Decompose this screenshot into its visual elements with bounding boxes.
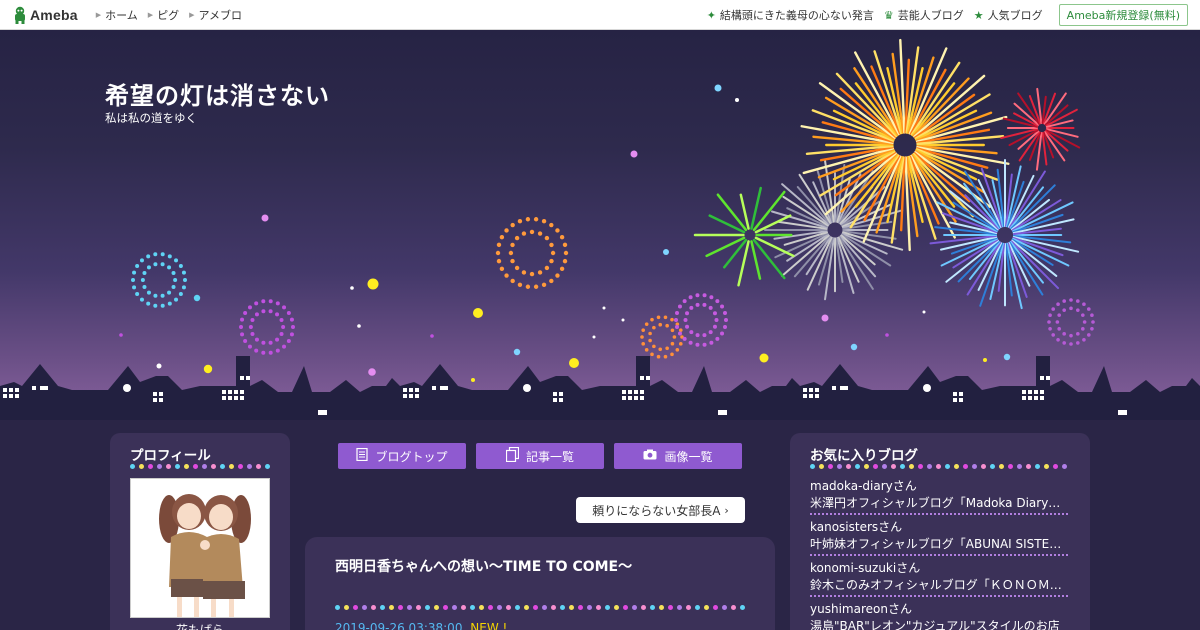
- favorite-blog-link[interactable]: 湯島"BAR"レオン"カジュアル"スタイルのお店: [810, 618, 1068, 630]
- celebrity-blog-label: 芸能人ブログ: [897, 9, 964, 22]
- chevron-right-icon: ›: [724, 503, 729, 517]
- profile-image[interactable]: [130, 478, 270, 618]
- list-item: yushimareonさん 湯島"BAR"レオン"カジュアル"スタイルのお店: [810, 601, 1072, 630]
- theme-tag-button[interactable]: 頼りにならない女部長A ›: [576, 497, 745, 523]
- popular-blog-label: 人気ブログ: [987, 9, 1043, 22]
- blog-title[interactable]: 希望の灯は消さない: [105, 76, 330, 111]
- favorite-user-id[interactable]: kanosistersさん: [810, 519, 1072, 536]
- crown-icon: ♛: [883, 8, 894, 22]
- popular-blog-link[interactable]: ★ 人気ブログ: [974, 7, 1043, 23]
- caret-right-icon: ▶: [189, 10, 195, 19]
- entry-title[interactable]: 西明日香ちゃんへの想い～TIME TO COME～: [335, 556, 632, 576]
- trending-topic-label: 結構頭にきた義母の心ない発言: [719, 9, 874, 22]
- document-icon: [356, 447, 369, 464]
- favorite-user-id[interactable]: madoka-diaryさん: [810, 478, 1072, 495]
- ameba-logo-icon: [15, 6, 25, 24]
- ameba-logo-text: Ameba: [30, 6, 78, 23]
- entry-list-button[interactable]: 記事一覧: [476, 443, 604, 469]
- celebrity-blog-link[interactable]: ♛ 芸能人ブログ: [884, 7, 964, 23]
- blog-entry: 西明日香ちゃんへの想い～TIME TO COME～ 2019-09-26 03:…: [305, 537, 775, 630]
- nav-ameblo-label: アメブロ: [198, 8, 242, 22]
- list-item: kanosistersさん 叶姉妹オフィシャルブログ「ABUNAI SISTER…: [810, 519, 1072, 556]
- nav-home-label: ホーム: [105, 8, 138, 22]
- favorite-blogs-panel: お気に入りブログ madoka-diaryさん 米澤円オフィシャルブログ「Mad…: [790, 433, 1090, 630]
- blog-top-button[interactable]: ブログトップ: [338, 443, 466, 469]
- dot-divider: [335, 605, 745, 611]
- profile-heading: プロフィール: [130, 448, 211, 464]
- copy-icon: [505, 446, 520, 465]
- caret-right-icon: ▶: [147, 10, 154, 19]
- caret-right-icon: ▶: [95, 10, 102, 19]
- favorite-blog-link[interactable]: 米澤円オフィシャルブログ「Madoka Diary」Powered by Ame…: [810, 495, 1068, 515]
- nav-pigg-label: ピグ: [157, 8, 180, 22]
- image-list-label: 画像一覧: [664, 449, 713, 464]
- entry-date: 2019-09-26 03:38:00: [335, 621, 463, 630]
- profile-panel: プロフィール 花もばら: [110, 433, 290, 630]
- image-list-button[interactable]: 画像一覧: [614, 443, 742, 469]
- camera-icon: [643, 449, 657, 463]
- sparkle-icon: ✦: [706, 8, 716, 22]
- new-badge: NEW !: [470, 621, 508, 630]
- ameba-logo[interactable]: Ameba: [13, 6, 78, 24]
- nav-home[interactable]: ▶ ホーム: [96, 7, 138, 23]
- favorite-blog-link[interactable]: 叶姉妹オフィシャルブログ「ABUNAI SISTERS」Powered by A…: [810, 536, 1068, 556]
- favorite-blog-link[interactable]: 鈴木このみオフィシャルブログ「ＫＯＮＯＭＩ」Powered by Ameba: [810, 577, 1068, 597]
- nav-ameblo[interactable]: ▶ アメブロ: [189, 7, 242, 23]
- profile-name[interactable]: 花もばら: [110, 621, 290, 630]
- nav-pigg[interactable]: ▶ ピグ: [148, 7, 179, 23]
- blog-nav-buttons: ブログトップ 記事一覧 画像一覧: [338, 443, 742, 469]
- favorite-user-id[interactable]: yushimareonさん: [810, 601, 1072, 618]
- trending-topic-link[interactable]: ✦ 結構頭にきた義母の心ない発言: [707, 7, 874, 23]
- blog-top-label: ブログトップ: [375, 449, 448, 464]
- list-item: konomi-suzukiさん 鈴木このみオフィシャルブログ「ＫＯＮＯＭＩ」Po…: [810, 560, 1072, 597]
- list-item: madoka-diaryさん 米澤円オフィシャルブログ「Madoka Diary…: [810, 478, 1072, 515]
- blog-subtitle: 私は私の道をゆく: [105, 111, 197, 125]
- favorite-user-id[interactable]: konomi-suzukiさん: [810, 560, 1072, 577]
- dot-divider: [810, 464, 1067, 470]
- dot-divider: [130, 464, 270, 470]
- profile-illustration: [131, 479, 269, 617]
- global-header: Ameba ▶ ホーム ▶ ピグ ▶ アメブロ ✦ 結構頭にきた義母の心ない発言…: [0, 0, 1200, 30]
- star-icon: ★: [973, 8, 984, 22]
- header-right-links: ✦ 結構頭にきた義母の心ない発言 ♛ 芸能人ブログ ★ 人気ブログ Ameba新…: [697, 0, 1188, 30]
- favorite-blogs-heading: お気に入りブログ: [810, 448, 918, 464]
- theme-tag-label: 頼りにならない女部長A: [592, 503, 721, 518]
- favorite-blogs-list: madoka-diaryさん 米澤円オフィシャルブログ「Madoka Diary…: [810, 478, 1072, 630]
- signup-button[interactable]: Ameba新規登録(無料): [1058, 4, 1188, 26]
- blog-header: 希望の灯は消さない 私は私の道をゆく: [0, 30, 1200, 420]
- entry-meta: 2019-09-26 03:38:00 NEW !: [335, 621, 507, 630]
- entry-list-label: 記事一覧: [525, 449, 574, 464]
